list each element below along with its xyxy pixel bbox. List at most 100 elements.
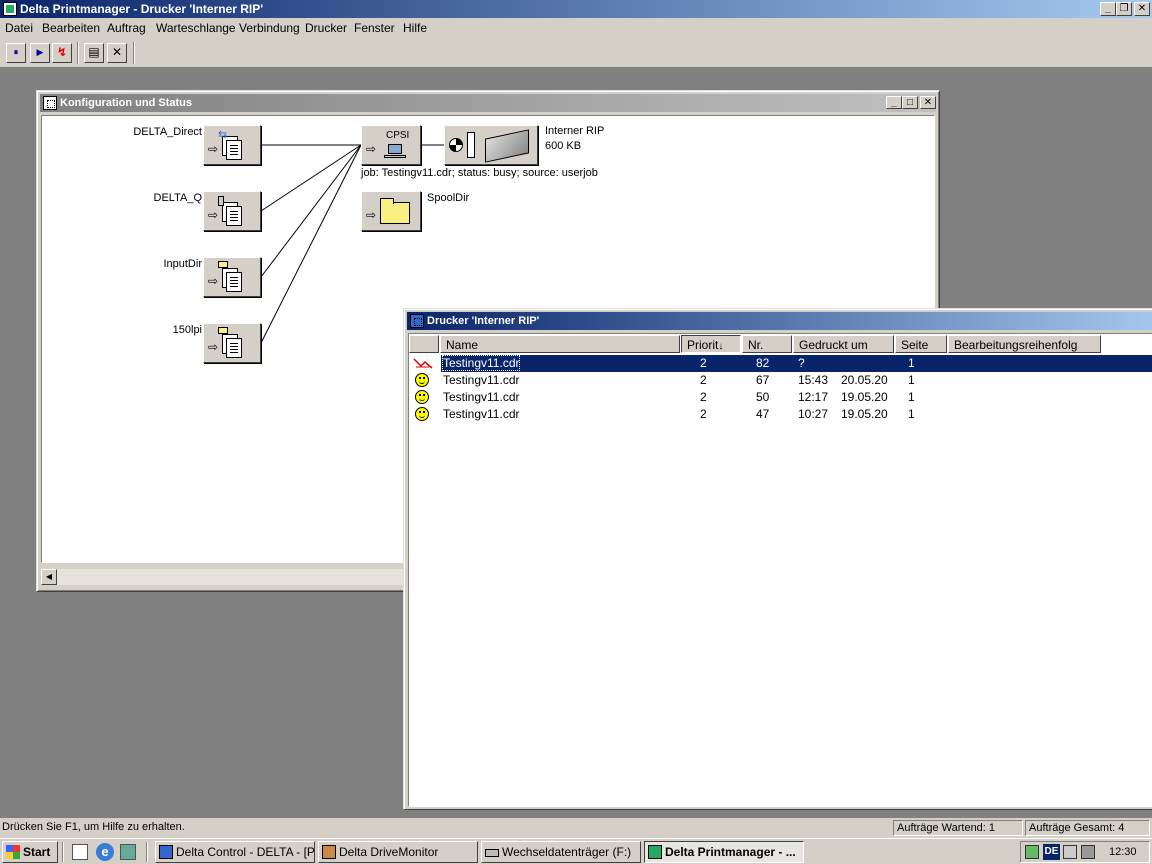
job-time: 15:43 [798, 373, 829, 387]
documents-icon [222, 330, 246, 358]
spooldir-node[interactable]: ⇨ [361, 191, 421, 231]
source-node-inputdir[interactable]: ⇨ [203, 257, 261, 297]
toolbar-separator [133, 42, 135, 64]
config-maximize-button[interactable]: □ [902, 96, 918, 109]
taskbar-separator [62, 842, 64, 862]
arrow-icon: ⇨ [366, 208, 377, 222]
toolbar-separator [77, 42, 79, 64]
config-window-title: Konfiguration und Status [60, 97, 192, 109]
column-header-printed-at[interactable]: Gedruckt um [793, 335, 894, 353]
menu-datei[interactable]: Datei [5, 21, 33, 35]
app-icon[interactable] [3, 2, 17, 16]
internet-explorer-icon[interactable]: e [96, 843, 114, 861]
system-tray: DE 12:30 [1020, 841, 1150, 863]
pause-icon[interactable]: ⏸ [6, 43, 26, 63]
close-button[interactable]: ✕ [1134, 2, 1150, 16]
taskbar: Start e Delta Control - DELTA - [P... De… [0, 838, 1152, 864]
task-delta-control[interactable]: Delta Control - DELTA - [P... [155, 841, 315, 863]
task-delta-drivemonitor[interactable]: Delta DriveMonitor [318, 841, 478, 863]
job-number: 82 [756, 356, 770, 370]
table-row[interactable]: Testingv11.cdr 2 67 15:43 20.05.20 1 [409, 372, 1152, 389]
config-minimize-button[interactable]: _ [886, 96, 902, 109]
network-icon[interactable] [120, 844, 136, 860]
drive-icon [485, 849, 499, 857]
task-label: Delta DriveMonitor [339, 845, 439, 859]
column-header-processing-order[interactable]: Bearbeitungsreihenfolg [948, 335, 1101, 353]
job-number: 67 [756, 373, 770, 387]
table-row[interactable]: Testingv11.cdr 2 50 12:17 19.05.20 1 [409, 389, 1152, 406]
cpsi-label: CPSI [386, 130, 410, 141]
source-label-delta-direct: DELTA_Direct [133, 126, 202, 138]
queue-icon [218, 196, 224, 206]
source-label-delta-q: DELTA_Q [153, 192, 203, 204]
job-name: Testingv11.cdr [443, 407, 520, 421]
computer-icon [388, 144, 402, 154]
table-row[interactable]: Testingv11.cdr 2 47 10:27 19.05.20 1 [409, 406, 1152, 423]
printer-window-title-bar[interactable]: Drucker 'Interner RIP' [407, 312, 1152, 330]
main-title-bar[interactable]: Delta Printmanager - Drucker 'Interner R… [0, 0, 1152, 18]
job-number: 50 [756, 390, 770, 404]
scroll-left-button[interactable]: ◀ [41, 569, 57, 585]
smiley-icon [415, 390, 429, 404]
source-label-inputdir: InputDir [163, 258, 202, 270]
source-node-150lpi[interactable]: ⇨ [203, 323, 261, 363]
language-indicator[interactable]: DE [1043, 844, 1060, 860]
column-header-priority[interactable]: Priorit↓ [681, 335, 741, 353]
app-title: Delta Printmanager - Drucker 'Interner R… [20, 2, 264, 16]
documents-icon [222, 264, 246, 292]
table-row[interactable]: Testingv11.cdr 2 82 ? 1 [409, 355, 1152, 372]
column-header-page[interactable]: Seite [895, 335, 947, 353]
config-close-button[interactable]: ✕ [920, 96, 936, 109]
menu-auftrag[interactable]: Auftrag [107, 21, 146, 35]
play-icon[interactable]: ▶ [30, 43, 50, 63]
job-page: 1 [908, 373, 915, 387]
close-icon[interactable]: ✕ [107, 43, 127, 63]
printer-node-interner-rip[interactable] [444, 125, 538, 165]
printer-window-icon[interactable] [410, 314, 424, 328]
task-removable-drive[interactable]: Wechseldatenträger (F:) [481, 841, 641, 863]
job-list[interactable]: Name Priorit↓ Nr. Gedruckt um Seite Bear… [408, 333, 1152, 807]
show-desktop-icon[interactable] [72, 844, 88, 860]
restore-button[interactable]: ❐ [1116, 2, 1132, 16]
clock[interactable]: 12:30 [1109, 846, 1137, 858]
minimize-button[interactable]: _ [1100, 2, 1116, 16]
config-window-icon[interactable] [43, 96, 57, 110]
menu-drucker[interactable]: Drucker [305, 21, 347, 35]
source-node-delta-direct[interactable]: ⇨ ⇆ [203, 125, 261, 165]
config-window-title-bar[interactable]: Konfiguration und Status _ □ ✕ [40, 94, 936, 112]
menu-bearbeiten[interactable]: Bearbeiten [42, 21, 100, 35]
arrow-icon: ⇨ [208, 340, 219, 354]
job-priority: 2 [700, 356, 707, 370]
menu-warteschlange[interactable]: Warteschlange [156, 21, 236, 35]
job-status-text: job: Testingv11.cdr; status: busy; sourc… [361, 167, 598, 179]
sort-descending-icon: ↓ [718, 341, 724, 352]
job-page: 1 [908, 407, 915, 421]
smiley-icon [415, 407, 429, 421]
task-delta-printmanager[interactable]: Delta Printmanager - ... [644, 841, 804, 863]
task-label: Delta Control - DELTA - [P... [176, 845, 315, 859]
column-header-status[interactable] [409, 335, 439, 353]
keyboard-icon [384, 155, 406, 158]
printer-tray-icon[interactable] [1081, 845, 1095, 859]
task-label: Wechseldatenträger (F:) [502, 845, 632, 859]
printer-icon [485, 129, 529, 163]
taskbar-separator [146, 842, 148, 862]
column-header-number[interactable]: Nr. [742, 335, 792, 353]
task-label: Delta Printmanager - ... [665, 845, 796, 859]
safely-remove-icon[interactable] [1025, 845, 1039, 859]
status-help-text: Drücken Sie F1, um Hilfe zu erhalten. [2, 821, 185, 833]
start-button[interactable]: Start [2, 841, 58, 863]
job-priority: 2 [700, 390, 707, 404]
source-node-delta-q[interactable]: ⇨ [203, 191, 261, 231]
source-label-150lpi: 150lpi [172, 324, 202, 336]
drivemonitor-icon [322, 845, 336, 859]
list-view-icon[interactable]: ▤ [84, 43, 104, 63]
menu-verbindung[interactable]: Verbindung [239, 21, 300, 35]
column-header-name[interactable]: Name [440, 335, 680, 353]
monitor-icon[interactable] [1063, 845, 1077, 859]
menu-fenster[interactable]: Fenster [354, 21, 395, 35]
menu-hilfe[interactable]: Hilfe [403, 21, 427, 35]
folder-icon [218, 261, 228, 268]
cpsi-node[interactable]: ⇨ CPSI [361, 125, 421, 165]
stop-icon[interactable]: ↯ [52, 43, 72, 63]
